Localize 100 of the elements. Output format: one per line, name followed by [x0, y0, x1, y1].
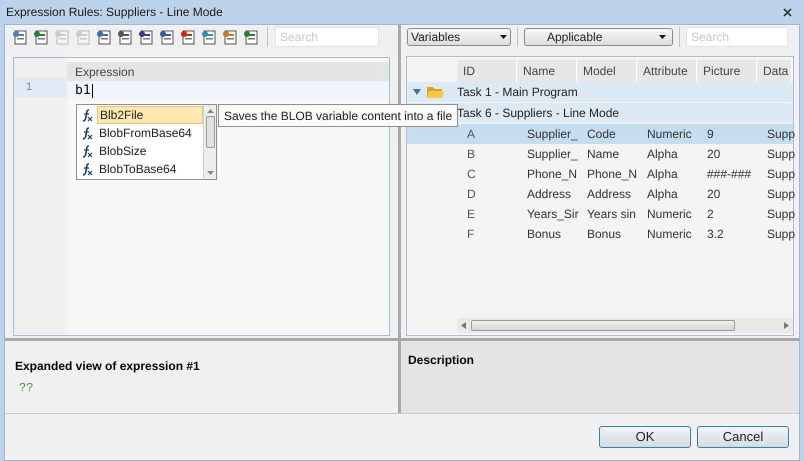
table-cell-text: Alpha — [646, 146, 679, 163]
folder-icon — [427, 86, 444, 98]
toolbar-button[interactable] — [221, 28, 239, 46]
document-icon — [159, 29, 175, 45]
table-row[interactable]: F Bonus Bonus Numeric 3.2 Supp — [407, 224, 793, 244]
function-icon — [82, 162, 92, 176]
close-icon — [782, 8, 792, 16]
document-icon — [54, 29, 70, 45]
table-cell-text: 2 — [706, 206, 715, 223]
table-row[interactable]: E Years_Sir Years sin Numeric 2 Supp — [407, 204, 793, 224]
window-title: Expression Rules: Suppliers - Line Mode — [6, 4, 223, 21]
table-cell-text: Phone_N — [526, 166, 577, 183]
scope-dropdown[interactable]: Applicable — [524, 28, 673, 46]
table-cell-text: 20 — [706, 146, 722, 163]
table-cell-text: Years_Sir — [526, 206, 577, 223]
document-icon — [180, 29, 196, 45]
table-cell-text: Supplier_ — [526, 146, 577, 163]
scroll-up-icon[interactable] — [206, 109, 214, 113]
table-row[interactable]: C Phone_N Phone_N Alpha ###-### Supp — [407, 164, 793, 184]
document-icon — [138, 29, 154, 45]
dialog-button[interactable]: Cancel — [697, 426, 789, 448]
table-cell-text: Supp — [766, 206, 792, 223]
table-cell-text: Bonus — [586, 226, 622, 243]
table-cell-text: Address — [586, 186, 632, 203]
scroll-right-icon[interactable] — [783, 322, 789, 329]
table-cell-text: Alpha — [646, 186, 679, 203]
table-cell-text: ###-### — [706, 166, 752, 183]
table-cell-text: Name — [586, 146, 620, 163]
function-icon — [82, 108, 92, 122]
caret-icon — [500, 35, 507, 39]
document-icon — [75, 29, 91, 45]
table-row[interactable]: B Supplier_ Name Alpha 20 Supp — [407, 144, 793, 164]
table-cell-text: Supp — [766, 166, 792, 183]
function-icon — [82, 144, 92, 158]
panel-title: Description — [408, 353, 474, 367]
expression-value: ?? — [19, 380, 34, 397]
column-header[interactable]: Picture — [697, 60, 757, 82]
table-cell-text: 3.2 — [706, 226, 725, 243]
toolbar-button[interactable] — [200, 28, 218, 46]
table-cell-text: A — [466, 126, 476, 143]
horizontal-scrollbar[interactable] — [457, 318, 793, 333]
scroll-left-icon[interactable] — [461, 322, 467, 329]
toolbar-button[interactable] — [11, 28, 29, 46]
column-header[interactable]: Attribute — [637, 60, 697, 82]
document-icon — [117, 29, 133, 45]
line-number: 1 — [14, 78, 67, 97]
document-icon — [33, 29, 49, 45]
autocomplete-item[interactable]: BlobToBase64 — [97, 160, 203, 178]
toolbar-button[interactable] — [32, 28, 50, 46]
table-cell-text: E — [466, 206, 476, 223]
table-cell-text: Bonus — [526, 226, 562, 243]
dialog-button[interactable]: OK — [599, 426, 691, 448]
document-icon — [12, 29, 28, 45]
document-icon — [243, 29, 259, 45]
document-icon — [96, 29, 112, 45]
table-cell-text: Supp — [766, 126, 792, 143]
document-icon — [201, 29, 217, 45]
variables-dropdown[interactable]: Variables — [407, 28, 511, 46]
table-cell-text: Alpha — [646, 166, 679, 183]
table-cell-text: Phone_N — [586, 166, 637, 183]
column-header[interactable]: Name — [517, 60, 577, 82]
table-row[interactable]: D Address Address Alpha 20 Supp — [407, 184, 793, 204]
table-cell-text: Supp — [766, 146, 792, 163]
vertical-scrollbar[interactable] — [203, 105, 216, 179]
table-cell-text: Supp — [766, 226, 792, 243]
autocomplete-item[interactable]: BlobSize — [97, 142, 203, 160]
panel-title: Expanded view of expression #1 — [15, 358, 201, 375]
table-cell-text: 20 — [706, 186, 722, 203]
toolbar-button[interactable] — [116, 28, 134, 46]
toolbar-button[interactable] — [137, 28, 155, 46]
autocomplete-item[interactable]: BlobFromBase64 — [97, 124, 203, 142]
table-cell-text: Address — [526, 186, 572, 203]
autocomplete-item[interactable]: Blb2File — [97, 106, 203, 124]
toolbar-button[interactable] — [242, 28, 260, 46]
toolbar-button[interactable] — [95, 28, 113, 46]
tooltip: Saves the BLOB variable content into a file — [218, 104, 458, 127]
column-header: Expression — [67, 62, 389, 81]
column-header[interactable]: ID — [457, 60, 517, 82]
column-header[interactable]: Model — [577, 60, 637, 82]
task-row[interactable]: Task 6 - Suppliers - Line Mode — [457, 104, 620, 122]
table-cell-text: Numeric — [646, 226, 693, 243]
table-cell-text: 9 — [706, 126, 715, 143]
table-cell-text: Numeric — [646, 206, 693, 223]
table-cell-text: C — [466, 166, 477, 183]
toolbar-button[interactable] — [158, 28, 176, 46]
table-cell-text: Supp — [766, 186, 792, 203]
scroll-down-icon[interactable] — [206, 171, 214, 175]
table-row[interactable]: A Supplier_ Code Numeric 9 Supp — [407, 124, 793, 144]
table-cell-text: Numeric — [646, 126, 693, 143]
table-cell-text: B — [466, 146, 476, 163]
table-cell-text: F — [466, 226, 476, 243]
table-cell-text: D — [466, 186, 477, 203]
expanded-arrow-icon[interactable] — [413, 89, 421, 95]
column-header[interactable]: Data — [757, 60, 792, 82]
function-icon — [82, 126, 92, 140]
toolbar-button[interactable] — [179, 28, 197, 46]
document-icon — [222, 29, 238, 45]
table-cell-text: Code — [586, 126, 617, 143]
caret-icon — [659, 35, 666, 39]
table-cell-text: Supplier_ — [526, 126, 577, 143]
